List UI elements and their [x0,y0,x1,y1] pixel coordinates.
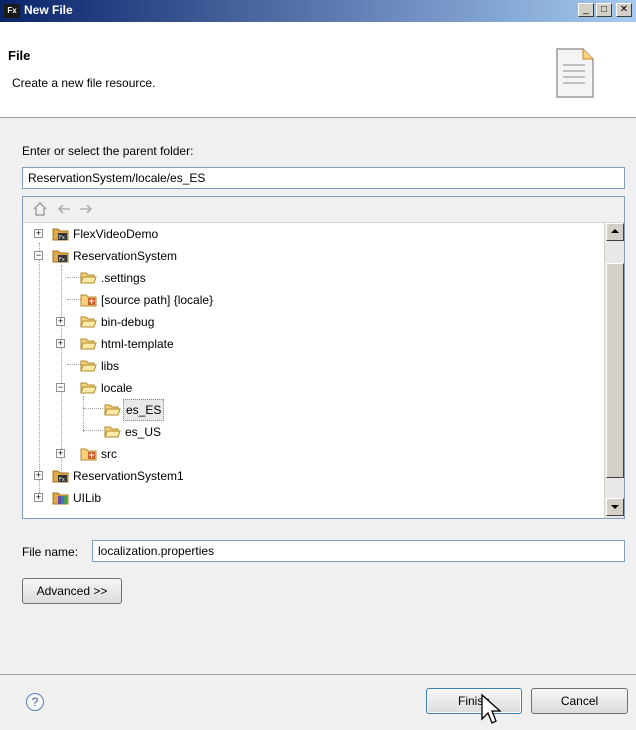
expand-icon[interactable]: + [56,449,65,458]
file-name-label: File name: [22,545,79,559]
svg-text:Fx: Fx [59,235,65,241]
wizard-banner: File Create a new file resource. [0,22,636,118]
tree-area: + Fx FlexVideoDemo − Fx ReservationSyste… [23,223,604,518]
collapse-icon[interactable]: − [34,251,43,260]
tree-item-source-path-locale[interactable]: [source path] {locale} [23,289,603,311]
folder-icon [80,316,97,328]
new-file-icon [556,48,594,98]
mouse-cursor-icon [481,693,502,724]
folder-icon [80,382,97,394]
arrow-up-icon [611,229,619,233]
svg-text:Fx: Fx [59,257,65,263]
window-title: New File [24,3,73,17]
parent-folder-label: Enter or select the parent folder: [22,144,194,158]
scroll-down-button[interactable] [606,498,624,516]
home-icon[interactable] [33,202,47,216]
tree-item-label: ReservationSystem [73,249,178,263]
tree-item-es-us[interactable]: es_US [23,421,603,443]
library-project-icon [52,492,69,505]
tree-item-libs[interactable]: libs [23,355,603,377]
tree-item-src[interactable]: + src [23,443,603,465]
footer-separator [0,674,636,675]
tree-item-label: es_US [125,425,162,439]
advanced-button[interactable]: Advanced >> [22,578,122,604]
folder-icon [104,404,121,416]
folder-icon [80,338,97,350]
app-icon: Fx [4,4,20,18]
folder-icon [80,272,97,284]
tree-item-label: locale [101,381,133,395]
banner-description: Create a new file resource. [12,76,156,90]
scroll-thumb[interactable] [606,263,624,478]
tree-item-locale[interactable]: − locale [23,377,603,399]
parent-folder-input[interactable]: ReservationSystem/locale/es_ES [22,167,625,189]
tree-item-label: html-template [101,337,174,351]
maximize-button[interactable]: □ [596,3,612,17]
tree-item-flexvideodemo[interactable]: + Fx FlexVideoDemo [23,223,603,245]
title-bar: Fx New File _ □ ✕ [0,0,636,22]
arrow-down-icon [611,505,619,509]
minimize-button[interactable]: _ [578,3,594,17]
folder-icon [104,426,121,438]
tree-scrollbar[interactable] [604,223,624,518]
help-icon[interactable]: ? [26,693,44,711]
tree-item-settings[interactable]: .settings [23,267,603,289]
tree-item-label: libs [101,359,120,373]
tree-item-html-template[interactable]: + html-template [23,333,603,355]
scroll-up-button[interactable] [606,223,624,241]
tree-item-label: [source path] {locale} [101,293,214,307]
tree-item-es-es[interactable]: es_ES [23,399,603,421]
tree-item-uilib[interactable]: + UILib [23,487,603,509]
back-icon[interactable] [57,203,71,215]
tree-item-label: UILib [73,491,102,505]
source-folder-icon [80,448,97,461]
tree-item-label: FlexVideoDemo [73,227,159,241]
folder-icon [80,360,97,372]
forward-icon[interactable] [79,203,93,215]
folder-tree[interactable]: + Fx FlexVideoDemo − Fx ReservationSyste… [22,196,625,519]
close-button[interactable]: ✕ [616,3,632,17]
cancel-button[interactable]: Cancel [531,688,628,714]
expand-icon[interactable]: + [34,493,43,502]
flex-project-icon: Fx [52,470,69,483]
flex-project-icon: Fx [52,228,69,241]
source-folder-icon [80,294,97,307]
tree-item-reservationsystem[interactable]: − Fx ReservationSystem [23,245,603,267]
tree-item-label: .settings [101,271,146,285]
tree-toolbar [23,197,624,223]
tree-item-label: src [101,447,117,461]
expand-icon[interactable]: + [34,471,43,480]
expand-icon[interactable]: + [56,339,65,348]
expand-icon[interactable]: + [34,229,43,238]
finish-button[interactable]: Finish [426,688,522,714]
file-name-input[interactable]: localization.properties [92,540,625,562]
collapse-icon[interactable]: − [56,383,65,392]
banner-title: File [8,48,31,63]
flex-project-icon: Fx [52,250,69,263]
expand-icon[interactable]: + [56,317,65,326]
svg-text:Fx: Fx [59,477,65,483]
tree-item-reservationsystem1[interactable]: + Fx ReservationSystem1 [23,465,603,487]
tree-item-label: es_ES [123,399,165,421]
tree-item-label: bin-debug [101,315,155,329]
tree-item-label: ReservationSystem1 [73,469,184,483]
tree-item-bin-debug[interactable]: + bin-debug [23,311,603,333]
